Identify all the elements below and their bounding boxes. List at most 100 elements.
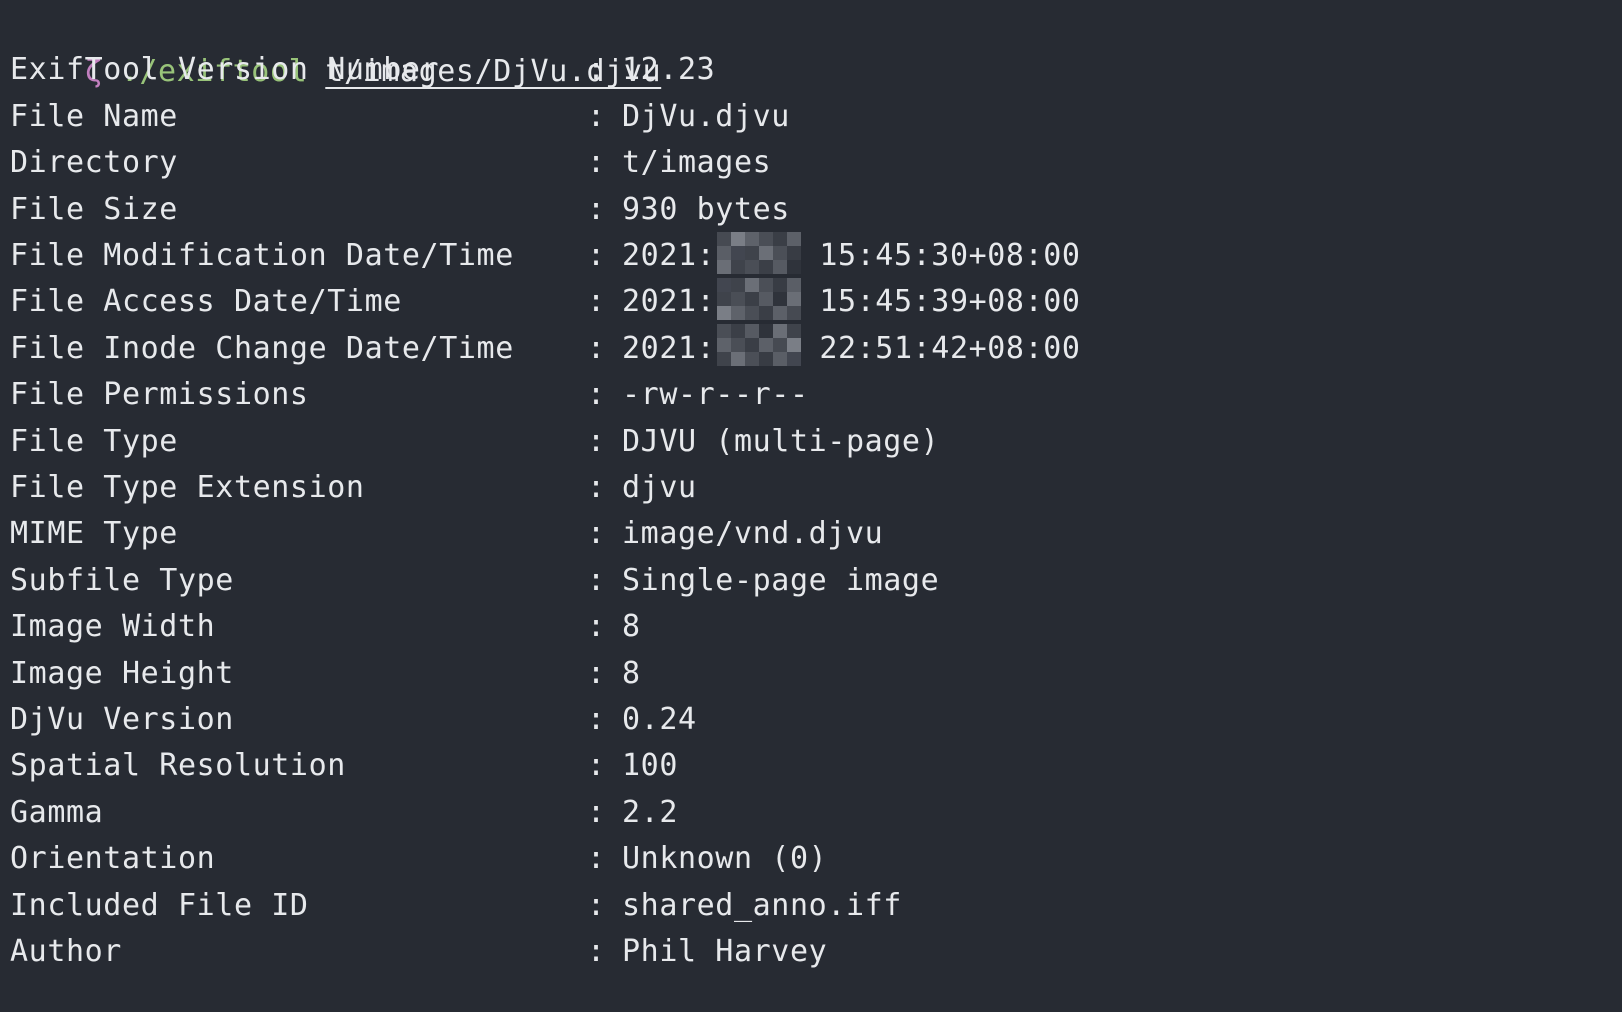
mosaic-block	[717, 305, 732, 320]
field-value: -rw-r--r--	[622, 377, 809, 413]
field-value: image/vnd.djvu	[622, 516, 884, 552]
field-label: Subfile Type	[10, 562, 234, 598]
mosaic-block	[731, 259, 746, 274]
mosaic-block	[745, 231, 760, 246]
field-label: DjVu Version	[10, 702, 234, 737]
output-row: Image Height:8	[10, 650, 1610, 698]
mosaic-block	[759, 259, 774, 274]
output-row: Directory: t/images	[10, 139, 1610, 187]
field-label: File Size	[10, 191, 178, 227]
mosaic-block	[731, 324, 746, 339]
field-label: Image Height	[10, 655, 234, 691]
mosaic-block	[773, 305, 788, 320]
field-label: File Modification Date/Time	[10, 238, 514, 273]
mosaic-block	[773, 338, 788, 353]
field-value: DJVU (multi-page)	[622, 423, 940, 459]
mosaic-block	[745, 245, 760, 260]
mosaic-block	[759, 324, 774, 339]
mosaic-block	[731, 277, 746, 292]
output-row: Gamma:2.2	[10, 789, 1610, 837]
field-value: 2.2	[622, 794, 678, 830]
value-time-suffix: 22:51:42+08:00	[819, 330, 1081, 366]
mosaic-block	[773, 277, 788, 292]
mosaic-block	[731, 305, 746, 320]
field-value: DjVu.djvu	[622, 98, 790, 134]
mosaic-block	[759, 291, 774, 306]
field-label: Directory	[10, 145, 178, 181]
mosaic-block	[787, 259, 802, 274]
field-label: Gamma	[10, 794, 104, 830]
mosaic-block	[717, 245, 732, 260]
mosaic-block	[717, 231, 732, 246]
field-value: 930 bytes	[622, 191, 790, 227]
mosaic-block	[759, 231, 774, 246]
field-label: File Type Extension	[10, 470, 365, 505]
output-row: File Inode Change Date/Time:2021: 22:51:4…	[10, 324, 1610, 373]
field-value: 2021: 15:45:39+08:00	[622, 277, 1081, 326]
output-row: File Modification Date/Time:2021: 15:45:3…	[10, 231, 1610, 280]
field-label: Image Width	[10, 609, 216, 645]
mosaic-block	[745, 291, 760, 306]
mosaic-block	[717, 277, 732, 292]
mosaic-block	[759, 338, 774, 353]
value-time-suffix: 15:45:30+08:00	[819, 238, 1081, 273]
field-value: t/images	[622, 145, 772, 181]
field-value: 2021: 22:51:42+08:00	[622, 324, 1081, 373]
output-row: Author: Phil Harvey	[10, 928, 1610, 976]
mosaic-block	[717, 338, 732, 353]
mosaic-block	[773, 259, 788, 274]
mosaic-block	[717, 352, 732, 367]
field-separator: :	[587, 702, 606, 737]
mosaic-block	[731, 338, 746, 353]
field-separator: :	[587, 470, 606, 505]
field-value: 100	[622, 748, 678, 784]
mosaic-block	[773, 352, 788, 367]
mosaic-block	[759, 245, 774, 260]
field-label: File Access Date/Time	[10, 284, 402, 320]
mosaic-block	[731, 291, 746, 306]
mosaic-block	[787, 324, 802, 339]
value-date-prefix: 2021:	[622, 284, 716, 320]
mosaic-block	[759, 305, 774, 320]
mosaic-block	[773, 324, 788, 339]
field-label: MIME Type	[10, 516, 178, 552]
field-value: 0.24	[622, 702, 697, 737]
field-label: Author	[10, 934, 122, 969]
mosaic-block	[759, 352, 774, 367]
field-value: djvu	[622, 470, 697, 505]
field-separator: :	[587, 609, 606, 645]
field-separator: :	[587, 934, 606, 969]
field-value: Unknown (0)	[622, 841, 828, 877]
mosaic-block	[787, 231, 802, 246]
mosaic-block	[731, 245, 746, 260]
mosaic-block	[731, 352, 746, 367]
field-separator: :	[587, 748, 606, 784]
field-separator: :	[587, 145, 606, 181]
value-date-prefix: 2021:	[622, 238, 716, 273]
mosaic-block	[787, 277, 802, 292]
mosaic-block	[717, 291, 732, 306]
output-row: File Size:930 bytes	[10, 186, 1610, 234]
terminal-window[interactable]: ζ ./exiftool t/images/DjVu.djvu ExifTool V…	[0, 0, 1622, 1012]
field-label: File Type	[10, 423, 178, 459]
mosaic-block	[759, 277, 774, 292]
field-label: File Inode Change Date/Time	[10, 330, 514, 366]
field-separator: :	[587, 191, 606, 227]
mosaic-block	[773, 245, 788, 260]
field-separator: :	[587, 794, 606, 830]
field-value: 8	[622, 655, 641, 691]
field-label: Spatial Resolution	[10, 748, 346, 784]
output-row: Image Width:8	[10, 603, 1610, 651]
field-value: 2021: 15:45:30+08:00	[622, 231, 1081, 280]
field-separator: :	[587, 284, 606, 320]
field-label: ExifTool Version Number	[10, 52, 440, 88]
output-row: File Type: DJVU (multi-page)	[10, 418, 1610, 466]
output-row: ExifTool Version Number:12.23	[10, 46, 1610, 94]
field-label: Orientation	[10, 841, 216, 877]
mosaic-block	[731, 231, 746, 246]
field-value: 8	[622, 609, 641, 645]
field-separator: :	[587, 98, 606, 134]
output-row: DjVu Version:0.24	[10, 696, 1610, 744]
mosaic-block	[745, 277, 760, 292]
mosaic-block	[745, 259, 760, 274]
